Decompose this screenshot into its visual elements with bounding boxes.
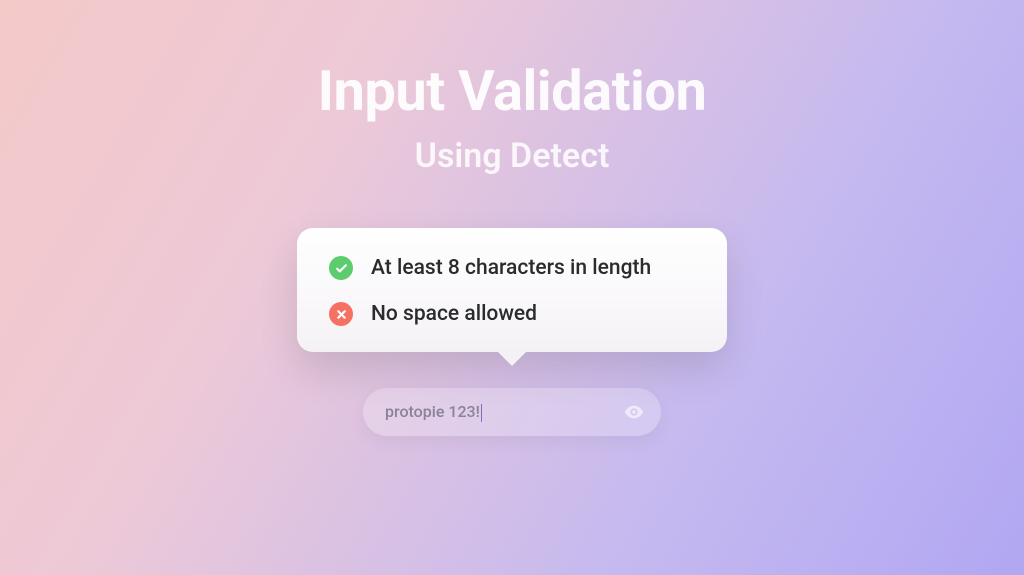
toggle-visibility-button[interactable] (623, 401, 645, 423)
eye-icon (623, 401, 645, 423)
input-value: protopie 123! (385, 402, 482, 422)
password-input[interactable]: protopie 123! (363, 388, 661, 436)
validation-rule: At least 8 characters in length (329, 256, 695, 280)
page-subtitle: Using Detect (415, 136, 610, 176)
validation-rule: No space allowed (329, 302, 695, 326)
page-title: Input Validation (318, 58, 707, 124)
rule-text: At least 8 characters in length (371, 256, 651, 280)
validation-tooltip: At least 8 characters in length No space… (297, 228, 727, 352)
close-icon (329, 302, 353, 326)
rule-text: No space allowed (371, 302, 537, 326)
check-icon (329, 256, 353, 280)
